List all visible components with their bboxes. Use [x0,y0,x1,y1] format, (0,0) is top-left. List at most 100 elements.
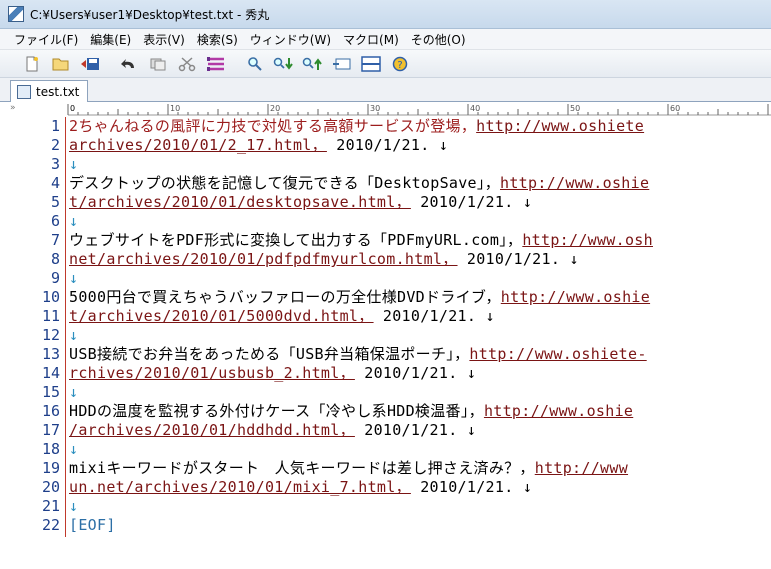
line-content: ↓ [69,269,78,288]
line-number: 11 [41,307,60,325]
menu-other[interactable]: その他(O) [405,29,472,50]
text-line[interactable]: 3 ↓ [0,155,771,174]
line-content: net/archives/2010/01/pdfpdfmyurlcom.html… [69,250,579,269]
app-icon[interactable] [8,6,24,22]
grep-button[interactable] [330,53,354,75]
line-content: archives/2010/01/2_17.html， 2010/1/21. ↓ [69,136,448,155]
url-link[interactable]: /archives/2010/01/hddhdd.html， [69,421,355,439]
new-file-button[interactable] [20,53,44,75]
text-line[interactable]: 19 mixiキーワードがスタート 人気キーワードは差し押さえ済み？，http:/… [0,459,771,478]
paste-icon [207,56,224,71]
url-link[interactable]: http://www.oshie [500,174,649,192]
line-tail: 2010/1/21. ↓ [373,307,495,325]
line-text: デスクトップの状態を記憶して復元できる「DesktopSave」， [69,174,500,192]
url-link[interactable]: http://www [535,459,628,477]
line-content: t/archives/2010/01/5000dvd.html， 2010/1/… [69,307,495,326]
text-line[interactable]: 10 5000円台で買えちゃうバッファローの万全仕様DVDドライブ，http://… [0,288,771,307]
line-content: mixiキーワードがスタート 人気キーワードは差し押さえ済み？，http://w… [69,459,628,478]
line-tail: 2010/1/21. ↓ [326,136,449,154]
newline-mark: ↓ [69,497,79,515]
find-next-button[interactable] [272,53,296,75]
url-link[interactable]: t/archives/2010/01/5000dvd.html， [69,307,374,325]
text-line[interactable]: 12 ↓ [0,326,771,345]
svg-text:60: 60 [670,104,680,113]
line-content: デスクトップの状態を記憶して復元できる「DesktopSave」，http://… [69,174,649,193]
cut-button[interactable] [175,53,199,75]
text-line[interactable]: 18 ↓ [0,440,771,459]
url-link[interactable]: http://www.oshie [484,402,633,420]
url-link[interactable]: rchives/2010/01/usbusb_2.html， [69,364,355,382]
line-number: 20 [41,478,60,496]
menu-edit[interactable]: 編集(E) [84,29,137,50]
tab-label: test.txt [36,85,80,99]
text-line[interactable]: 20 un.net/archives/2010/01/mixi_7.html， 2… [0,478,771,497]
find-next-icon [273,57,293,70]
text-line[interactable]: 4 デスクトップの状態を記憶して復元できる「DesktopSave」，http:/… [0,174,771,193]
text-line[interactable]: 7 ウェブサイトをPDF形式に変換して出力する「PDFmyURL.com」，htt… [0,231,771,250]
copy-button[interactable] [146,53,170,75]
url-link[interactable]: net/archives/2010/01/pdfpdfmyurlcom.html… [69,250,458,268]
undo-button[interactable] [117,53,141,75]
open-button[interactable] [49,53,73,75]
line-number: 18 [41,440,60,458]
url-link[interactable]: http://www.oshiete- [469,345,646,363]
line-content: ウェブサイトをPDF形式に変換して出力する「PDFmyURL.com」，http… [69,231,653,250]
help-button[interactable]: ? [388,53,412,75]
url-link[interactable]: archives/2010/01/2_17.html， [69,136,327,154]
grep-icon [333,58,351,69]
text-line[interactable]: 14 rchives/2010/01/usbusb_2.html， 2010/1/… [0,364,771,383]
menu-file[interactable]: ファイル(F) [8,29,84,50]
text-line[interactable]: 15 ↓ [0,383,771,402]
split-window-button[interactable] [359,53,383,75]
svg-text:0: 0 [70,104,75,113]
url-link[interactable]: http://www.oshiete [476,117,644,135]
save-button[interactable] [78,53,102,75]
line-number: 5 [50,193,60,211]
line-number: 19 [41,459,60,477]
line-tail: 2010/1/21. ↓ [354,421,477,439]
text-line[interactable]: 8 net/archives/2010/01/pdfpdfmyurlcom.htm… [0,250,771,269]
line-number: 3 [50,155,60,173]
tab-test-txt[interactable]: test.txt [10,80,89,103]
newline-mark: ↓ [69,383,79,401]
menu-search[interactable]: 検索(S) [191,29,244,50]
text-line[interactable]: 21 ↓ [0,497,771,516]
menu-macro[interactable]: マクロ(M) [337,29,405,50]
menu-window[interactable]: ウィンドウ(W) [244,29,337,50]
line-content: ↓ [69,497,78,516]
find-button[interactable] [243,53,267,75]
line-tail: 2010/1/21. ↓ [354,364,477,382]
menu-bar: ファイル(F) 編集(E) 表示(V) 検索(S) ウィンドウ(W) マクロ(M… [0,29,771,50]
line-number: 7 [50,231,60,249]
url-link[interactable]: t/archives/2010/01/desktopsave.html， [69,193,411,211]
text-line[interactable]: 1 2ちゃんねるの風評に力技で対処する高額サービスが登場，http://www.o… [0,117,771,136]
line-content: rchives/2010/01/usbusb_2.html， 2010/1/21… [69,364,476,383]
text-line[interactable]: 5 t/archives/2010/01/desktopsave.html， 20… [0,193,771,212]
tab-bar: test.txt [0,78,771,103]
line-number: 15 [41,383,60,401]
cut-icon [178,56,196,71]
url-link[interactable]: http://www.oshie [501,288,650,306]
text-line[interactable]: 6 ↓ [0,212,771,231]
editor-area[interactable]: » 0 10 20 30 40 50 60 1 2ちゃんねるの風評に力技で対処する… [0,102,771,569]
line-content: USB接続でお弁当をあっためる「USB弁当箱保温ポーチ」，http://www.… [69,345,647,364]
url-link[interactable]: http://www.osh [522,231,653,249]
text-line[interactable]: 2 archives/2010/01/2_17.html， 2010/1/21. … [0,136,771,155]
menu-view[interactable]: 表示(V) [137,29,191,50]
paste-button[interactable] [204,53,228,75]
line-text: HDDの温度を監視する外付けケース「冷やし系HDD検温番」， [69,402,484,420]
find-prev-icon [302,57,322,70]
open-folder-icon [52,58,69,70]
text-line[interactable]: 17/archives/2010/01/hddhdd.html， 2010/1/… [0,421,771,440]
svg-text:30: 30 [370,104,380,113]
url-link[interactable]: un.net/archives/2010/01/mixi_7.html， [69,478,411,496]
line-content: /archives/2010/01/hddhdd.html， 2010/1/21… [69,421,476,440]
line-content: 5000円台で買えちゃうバッファローの万全仕様DVDドライブ，http://ww… [69,288,650,307]
text-line[interactable]: 16 HDDの温度を監視する外付けケース「冷やし系HDD検温番」，http://w… [0,402,771,421]
text-line[interactable]: 11 t/archives/2010/01/5000dvd.html， 2010/… [0,307,771,326]
newline-mark: ↓ [69,440,79,458]
text-line[interactable]: 13 USB接続でお弁当をあっためる「USB弁当箱保温ポーチ」，http://ww… [0,345,771,364]
text-line[interactable]: 22 [EOF] [0,516,771,535]
find-prev-button[interactable] [301,53,325,75]
text-line[interactable]: 9 ↓ [0,269,771,288]
